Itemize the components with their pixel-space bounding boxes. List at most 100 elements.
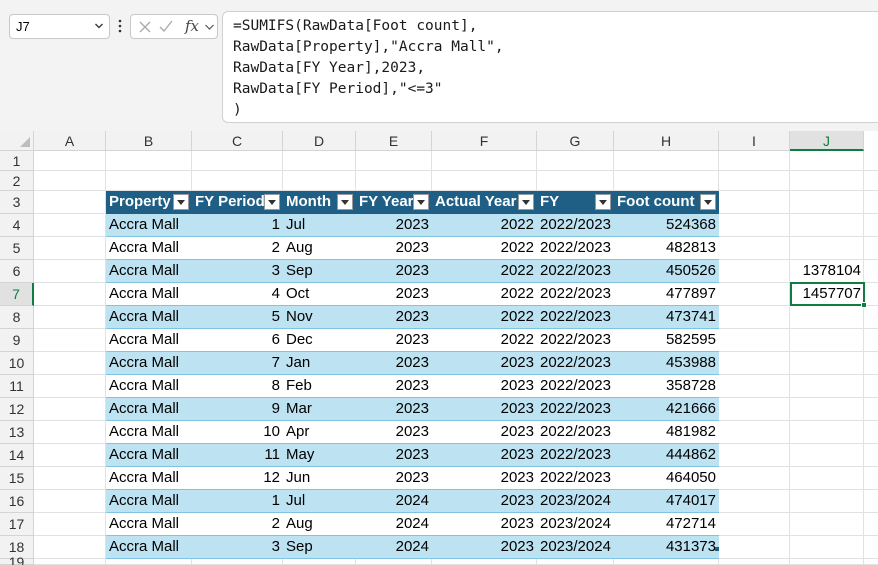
row-header-12[interactable]: 12	[0, 398, 34, 421]
table-cell[interactable]: 2023	[356, 260, 432, 283]
table-cell[interactable]: 2023	[356, 352, 432, 375]
table-cell[interactable]: Accra Mall	[106, 283, 192, 306]
table-cell[interactable]: 10	[192, 421, 283, 444]
table-cell[interactable]: 450526	[614, 260, 719, 283]
table-cell[interactable]: 2023	[432, 467, 537, 490]
table-cell[interactable]: Accra Mall	[106, 375, 192, 398]
column-header-f[interactable]: F	[432, 131, 537, 151]
table-cell[interactable]: 358728	[614, 375, 719, 398]
table-cell[interactable]: 2023	[432, 375, 537, 398]
chevron-down-icon[interactable]	[205, 24, 214, 31]
table-cell[interactable]: Sep	[283, 536, 356, 559]
table-cell[interactable]: 5	[192, 306, 283, 329]
table-cell[interactable]: 2023	[356, 398, 432, 421]
table-cell[interactable]: 2023/2024	[537, 513, 614, 536]
table-cell[interactable]: 2023	[432, 444, 537, 467]
table-cell[interactable]: 2022	[432, 260, 537, 283]
row-header-6[interactable]: 6	[0, 260, 34, 283]
row-header-7[interactable]: 7	[0, 283, 34, 306]
table-cell[interactable]: 1	[192, 490, 283, 513]
table-cell[interactable]: 2022/2023	[537, 421, 614, 444]
column-header-c[interactable]: C	[192, 131, 283, 151]
table-cell[interactable]: 2022	[432, 283, 537, 306]
filter-dropdown-icon[interactable]	[264, 194, 280, 210]
worksheet-grid[interactable]: ABCDEFGHIJ 1 2 3 4 5 6 7 8 9 10 11 12 13 14 15 16 17 18 19…	[0, 131, 878, 565]
table-cell[interactable]: 464050	[614, 467, 719, 490]
table-cell[interactable]: 444862	[614, 444, 719, 467]
table-cell[interactable]: Nov	[283, 306, 356, 329]
table-cell[interactable]: Sep	[283, 260, 356, 283]
table-cell[interactable]: 2022/2023	[537, 283, 614, 306]
table-cell[interactable]: Jul	[283, 490, 356, 513]
table-cell[interactable]: 2022/2023	[537, 398, 614, 421]
table-cell[interactable]: 473741	[614, 306, 719, 329]
table-cell[interactable]: 2022	[432, 306, 537, 329]
table-cell[interactable]: Accra Mall	[106, 398, 192, 421]
table-cell[interactable]: 2	[192, 237, 283, 260]
row-header-14[interactable]: 14	[0, 444, 34, 467]
table-cell[interactable]: Dec	[283, 329, 356, 352]
table-cell[interactable]: 2023	[356, 237, 432, 260]
row-header-8[interactable]: 8	[0, 306, 34, 329]
column-header-a[interactable]: A	[34, 131, 106, 151]
more-options-icon[interactable]	[116, 16, 124, 36]
formula-input[interactable]: =SUMIFS(RawData[Foot count], RawData[Pro…	[222, 11, 878, 123]
column-header-i[interactable]: I	[719, 131, 790, 151]
table-cell[interactable]: 472714	[614, 513, 719, 536]
table-cell[interactable]: Mar	[283, 398, 356, 421]
table-cell[interactable]: 2023/2024	[537, 490, 614, 513]
chevron-down-icon[interactable]	[95, 22, 103, 30]
table-cell[interactable]: 474017	[614, 490, 719, 513]
table-cell[interactable]: 7	[192, 352, 283, 375]
table-cell[interactable]: 2022	[432, 237, 537, 260]
row-header-19[interactable]: 19	[0, 555, 34, 565]
table-cell[interactable]: 2022/2023	[537, 467, 614, 490]
table-cell[interactable]: Accra Mall	[106, 444, 192, 467]
cancel-icon[interactable]	[139, 21, 151, 33]
table-cell[interactable]: 4	[192, 283, 283, 306]
table-cell[interactable]: 2023	[432, 536, 537, 559]
row-header-13[interactable]: 13	[0, 421, 34, 444]
enter-check-icon[interactable]	[159, 20, 173, 33]
column-header-h[interactable]: H	[614, 131, 719, 151]
table-cell[interactable]: Accra Mall	[106, 513, 192, 536]
table-cell[interactable]: 12	[192, 467, 283, 490]
table-cell[interactable]: 2023	[356, 214, 432, 237]
cell-j6[interactable]: 1378104	[792, 260, 864, 283]
table-cell[interactable]: 453988	[614, 352, 719, 375]
table-cell[interactable]: 2023	[432, 513, 537, 536]
filter-dropdown-icon[interactable]	[173, 194, 189, 210]
table-cell[interactable]: 2022/2023	[537, 306, 614, 329]
table-cell[interactable]: 524368	[614, 214, 719, 237]
table-cell[interactable]: 1	[192, 214, 283, 237]
table-cell[interactable]: 2023/2024	[537, 536, 614, 559]
row-header-10[interactable]: 10	[0, 352, 34, 375]
table-cell[interactable]: 3	[192, 260, 283, 283]
select-all-corner[interactable]	[0, 131, 34, 151]
table-cell[interactable]: Accra Mall	[106, 306, 192, 329]
table-cell[interactable]: 582595	[614, 329, 719, 352]
fill-handle[interactable]	[861, 302, 867, 308]
table-cell[interactable]: Feb	[283, 375, 356, 398]
table-cell[interactable]: Jul	[283, 214, 356, 237]
table-cell[interactable]: 431373	[614, 536, 719, 559]
column-header-g[interactable]: G	[537, 131, 614, 151]
table-cell[interactable]: 2022/2023	[537, 444, 614, 467]
table-cell[interactable]: 2022/2023	[537, 375, 614, 398]
table-cell[interactable]: 2022/2023	[537, 214, 614, 237]
table-cell[interactable]: 2024	[356, 513, 432, 536]
column-header-j[interactable]: J	[790, 131, 864, 151]
table-cell[interactable]: 2023	[432, 398, 537, 421]
row-header-9[interactable]: 9	[0, 329, 34, 352]
name-box[interactable]: J7	[9, 14, 110, 39]
table-cell[interactable]: Jun	[283, 467, 356, 490]
table-cell[interactable]: 9	[192, 398, 283, 421]
table-cell[interactable]: Accra Mall	[106, 260, 192, 283]
table-cell[interactable]: 482813	[614, 237, 719, 260]
table-cell[interactable]: Accra Mall	[106, 467, 192, 490]
table-resize-handle[interactable]	[715, 547, 719, 551]
table-cell[interactable]: 421666	[614, 398, 719, 421]
table-cell[interactable]: 2023	[356, 329, 432, 352]
table-cell[interactable]: 2023	[432, 352, 537, 375]
table-cell[interactable]: Accra Mall	[106, 490, 192, 513]
